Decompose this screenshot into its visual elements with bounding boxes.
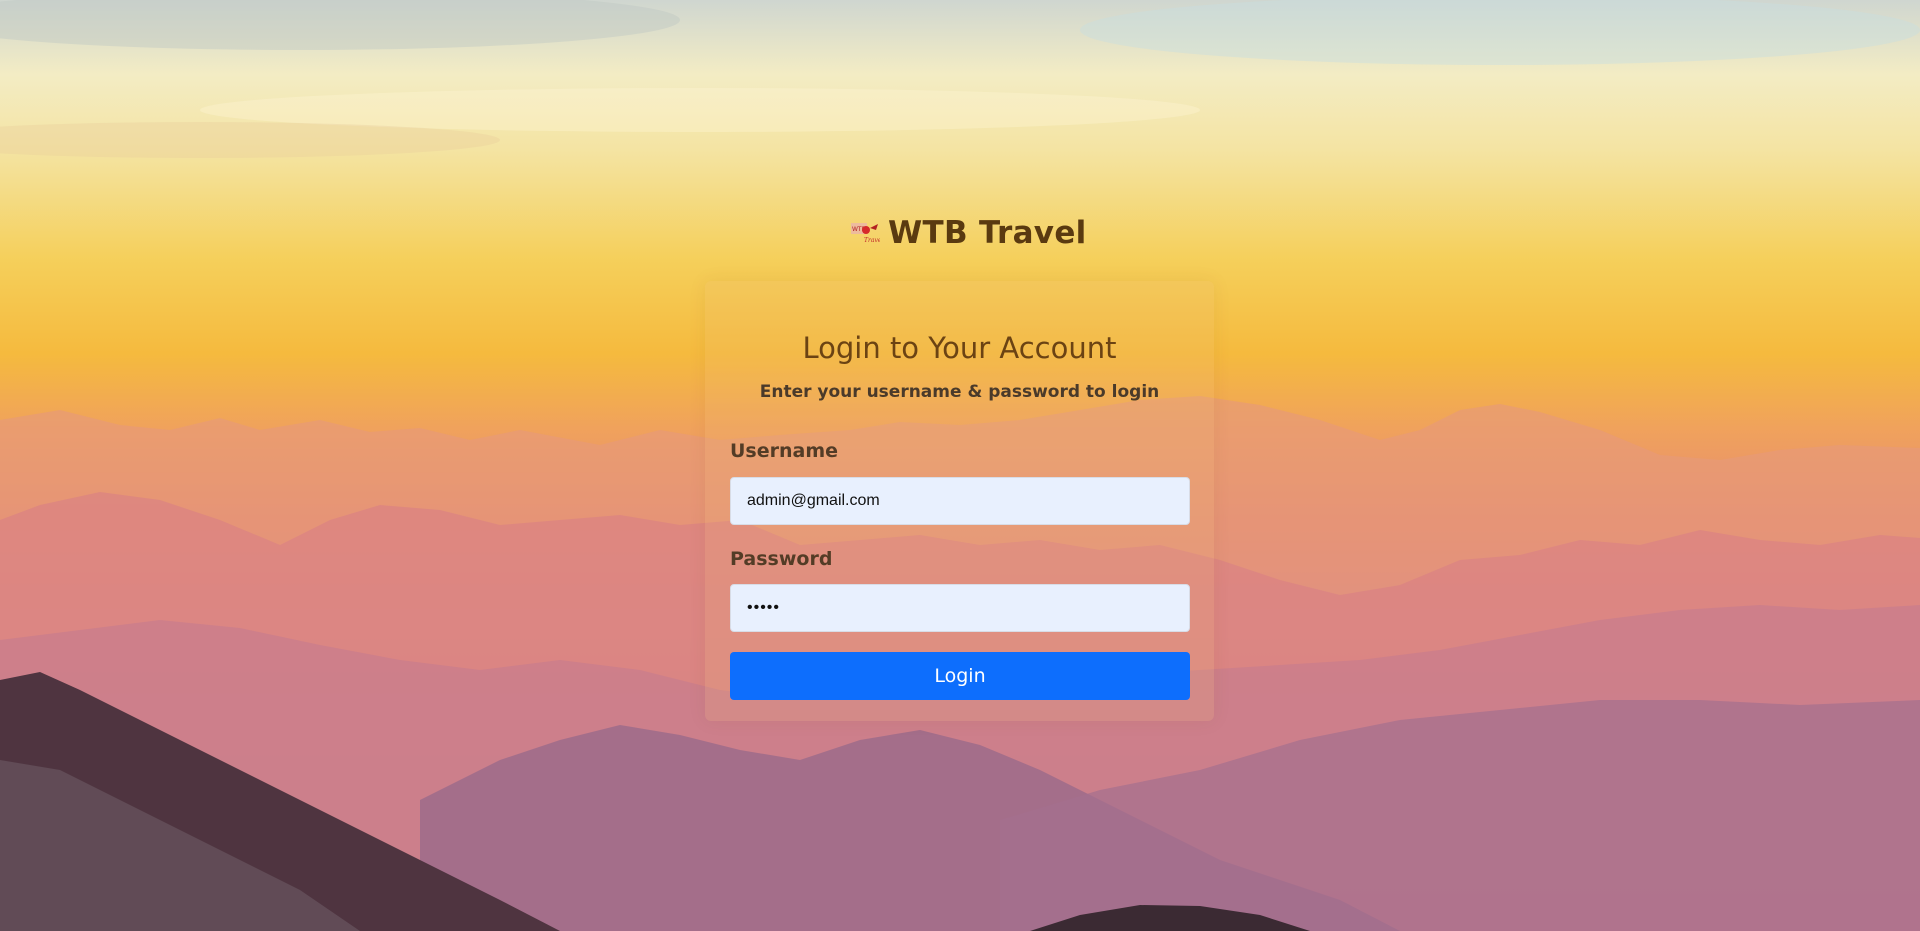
brand-header[interactable]: WTB Travel WTB Travel — [850, 213, 1087, 253]
login-button[interactable]: Login — [730, 652, 1190, 700]
svg-text:Travel: Travel — [864, 237, 880, 244]
login-subtitle: Enter your username & password to login — [759, 382, 1160, 402]
brand-name: WTB Travel — [888, 215, 1087, 251]
password-input[interactable] — [730, 584, 1190, 632]
username-label: Username — [730, 440, 839, 462]
page-title: Login to Your Account — [802, 331, 1117, 365]
login-card: Login to Your Account Enter your usernam… — [705, 281, 1214, 721]
username-input[interactable] — [730, 477, 1190, 525]
login-page: WTB Travel WTB Travel Login to Your Acco… — [0, 0, 1920, 931]
password-label: Password — [730, 548, 833, 570]
wtb-travel-logo-icon: WTB Travel — [850, 220, 883, 246]
